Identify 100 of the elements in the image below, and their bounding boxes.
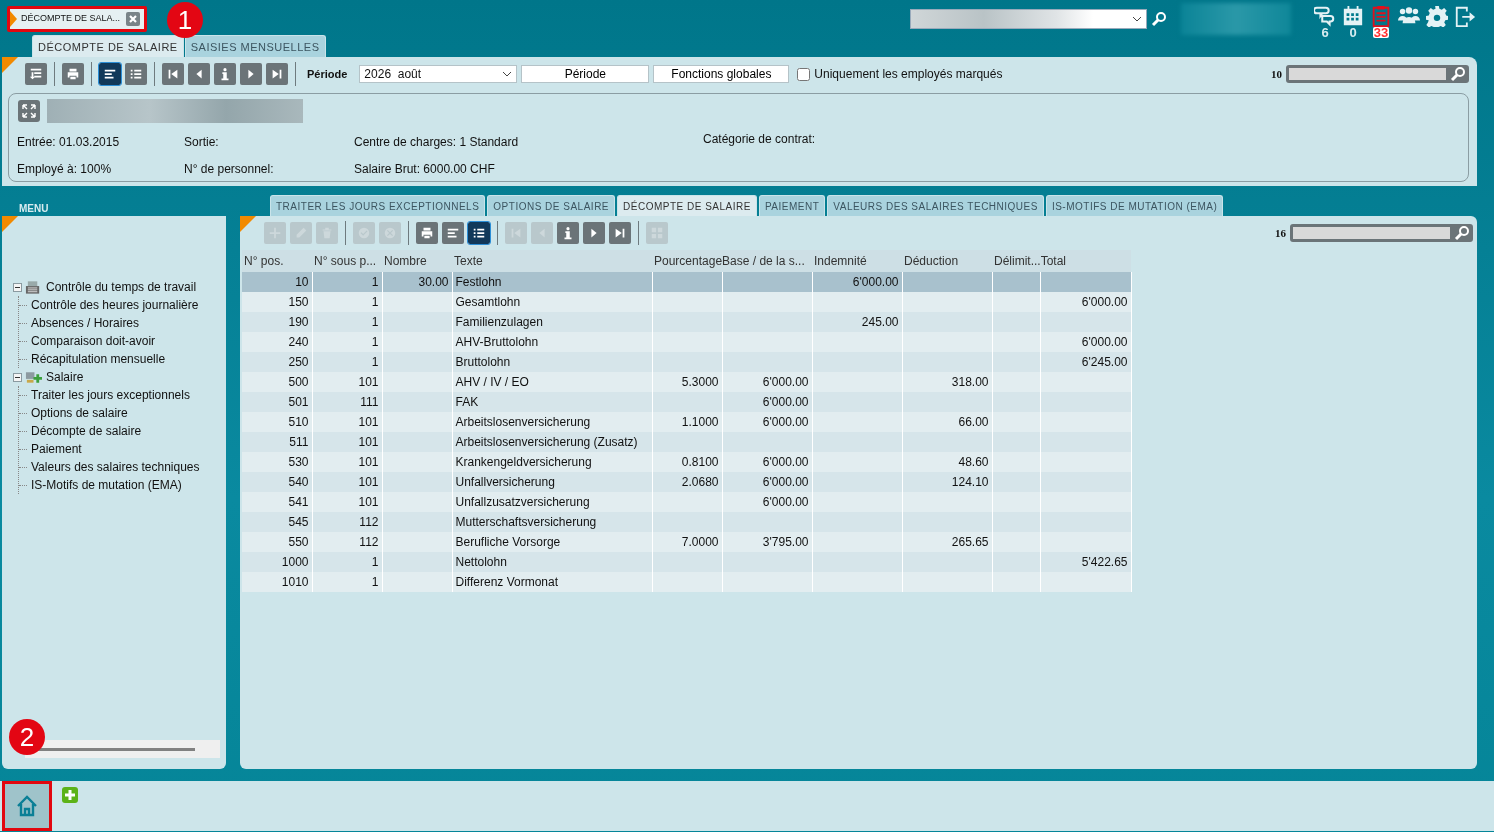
table-row[interactable]: 10 1 30.00 Festlohn 6'000.00 [242, 272, 1131, 292]
notification-count: 0 [1349, 27, 1357, 38]
column-header[interactable]: Texte [454, 254, 483, 268]
table-row[interactable]: 1010 1 Differenz Vormonat [242, 572, 1131, 592]
table-row[interactable]: 545 112 Mutterschaftsversicherung [242, 512, 1131, 532]
table-cell: 530 [288, 455, 309, 469]
table-row[interactable]: 250 1 Bruttolohn 6'245.00 [242, 352, 1131, 372]
collapse-icon[interactable] [13, 282, 22, 292]
search-field[interactable] [1286, 65, 1469, 83]
next-record-button[interactable] [240, 63, 262, 85]
print-button[interactable] [416, 222, 438, 244]
table-cell: 1.1000 [681, 415, 719, 429]
search-icon[interactable] [1454, 225, 1470, 241]
calendar-icon[interactable] [1342, 5, 1364, 27]
settings-icon[interactable] [1426, 5, 1448, 27]
table-row[interactable]: 541 101 Unfallzusatzversicherung 6'000.00 [242, 492, 1131, 512]
table-row[interactable]: 511 101 Arbeitslosenversicherung (Zusatz) [242, 432, 1131, 452]
tree-item[interactable]: Salaire [46, 368, 84, 386]
table-cell: 1 [371, 335, 379, 349]
info-button[interactable] [557, 222, 579, 244]
period-select[interactable]: 2026 août [359, 65, 518, 83]
period-label: Période [307, 66, 348, 82]
table-row[interactable]: 240 1 AHV-Bruttolohn 6'000.00 [242, 332, 1131, 352]
tree-item[interactable]: Comparaison doit-avoir [31, 332, 156, 350]
tab[interactable]: TRAITER LES JOURS EXCEPTIONNELS [270, 195, 486, 216]
chevron-icon [1132, 15, 1142, 22]
export-button[interactable] [25, 63, 47, 85]
info-button[interactable] [214, 63, 236, 85]
table-row[interactable]: 540 101 Unfallversicherung 2.0680 6'000.00 124.10 [242, 472, 1131, 492]
table-row[interactable]: 550 112 Berufliche Vorsorge 7.0000 3'795.00 265.65 [242, 532, 1131, 552]
last-record-button[interactable] [266, 63, 288, 85]
last-record-button[interactable] [609, 222, 631, 244]
info-text: Salaire Brut: 6000.00 CHF [354, 161, 496, 178]
print-button[interactable] [62, 63, 84, 85]
first-record-button[interactable] [162, 63, 184, 85]
clipboard-icon[interactable] [1370, 5, 1392, 27]
table-cell: 5.3000 [681, 375, 719, 389]
tab[interactable]: SAISIES MENSUELLES [184, 34, 326, 57]
tree-item[interactable]: Contrôle des heures journalière [31, 296, 199, 314]
tab[interactable]: IS-MOTIFS DE MUTATION (EMA) [1045, 195, 1224, 216]
tab[interactable]: PAIEMENT [758, 195, 826, 216]
table-row[interactable]: 501 111 FAK 6'000.00 [242, 392, 1131, 412]
table-cell: 101 [358, 495, 379, 509]
tree-item[interactable]: Récapitulation mensuelle [31, 350, 166, 368]
tree-item[interactable]: Paiement [31, 440, 82, 458]
list-view-button[interactable] [468, 222, 490, 244]
next-record-button[interactable] [583, 222, 605, 244]
table-cell: 111 [360, 395, 379, 409]
tree-item[interactable]: Contrôle du temps de travail [46, 278, 197, 296]
table-cell: Differenz Vormonat [455, 575, 558, 589]
global-functions-button[interactable]: Fonctions globales [653, 65, 790, 83]
search-icon[interactable] [1151, 11, 1167, 28]
tree-item[interactable]: Valeurs des salaires techniques [31, 458, 200, 476]
tab[interactable]: DÉCOMPTE DE SALAIRE [617, 195, 757, 216]
tree-item[interactable]: Traiter les jours exceptionnels [31, 386, 190, 404]
previous-record-button[interactable] [188, 63, 210, 85]
tree-item[interactable]: Options de salaire [31, 404, 128, 422]
table-cell: 6'000.00 [762, 375, 809, 389]
table-cell: 1 [371, 575, 379, 589]
annotation-badge: 2 [9, 719, 45, 755]
collapse-icon[interactable] [13, 372, 22, 382]
tab[interactable]: OPTIONS DE SALAIRE [487, 195, 616, 216]
period-button[interactable]: Période [521, 65, 650, 83]
printer-icon [66, 67, 80, 81]
table-row[interactable]: 510 101 Arbeitslosenversicherung 1.1000 6'000.00 66.00 [242, 412, 1131, 432]
tree-item[interactable]: Absences / Horaires [31, 314, 140, 332]
expand-icon[interactable] [18, 100, 40, 122]
tab[interactable]: VALEURS DES SALAIRES TECHNIQUES [827, 195, 1044, 216]
table-row[interactable]: 1000 1 Nettolohn 5'422.65 [242, 552, 1131, 572]
home-button[interactable] [2, 781, 52, 831]
table-cell: 190 [288, 315, 309, 329]
table-cell: 6'000.00 [762, 415, 809, 429]
info-text: Catégorie de contrat: [703, 131, 817, 148]
table-cell: 0.8100 [681, 455, 719, 469]
table-row[interactable]: 530 101 Krankengeldversicherung 0.8100 6'000.00 48.60 [242, 452, 1131, 472]
list-icon [129, 67, 143, 81]
table-cell: Unfallversicherung [455, 475, 555, 489]
record-count: 16 [1275, 225, 1286, 241]
tab[interactable]: DÉCOMPTE DE SALAIRE [32, 34, 184, 57]
add-icon[interactable] [62, 787, 78, 803]
chevron-icon [502, 71, 513, 77]
document-tab[interactable]: DÉCOMPTE DE SALA... [7, 5, 147, 32]
user-select[interactable] [910, 8, 1147, 29]
logout-icon[interactable] [1454, 5, 1476, 27]
table-row[interactable]: 190 1 Familienzulagen 245.00 [242, 312, 1131, 332]
search-icon[interactable] [1450, 66, 1466, 82]
tree-item[interactable]: IS-Motifs de mutation (EMA) [31, 476, 182, 494]
table-cell: 2.0680 [681, 475, 719, 489]
checkbox[interactable] [797, 67, 811, 81]
table-row[interactable]: 150 1 Gesamtlohn 6'000.00 [242, 292, 1131, 312]
table-cell: 124.10 [951, 475, 989, 489]
table-row[interactable]: 500 101 AHV / IV / EO 5.3000 6'000.00 318.00 [242, 372, 1131, 392]
detail-view-button[interactable] [99, 63, 121, 85]
table-cell: 250 [288, 355, 309, 369]
close-icon[interactable] [126, 11, 140, 26]
table-cell: 30.00 [418, 275, 449, 289]
tree-item[interactable]: Décompte de salaire [31, 422, 142, 440]
search-field[interactable] [1290, 224, 1473, 242]
chat-icon[interactable] [1314, 5, 1336, 27]
tab-marker-icon [10, 10, 17, 27]
